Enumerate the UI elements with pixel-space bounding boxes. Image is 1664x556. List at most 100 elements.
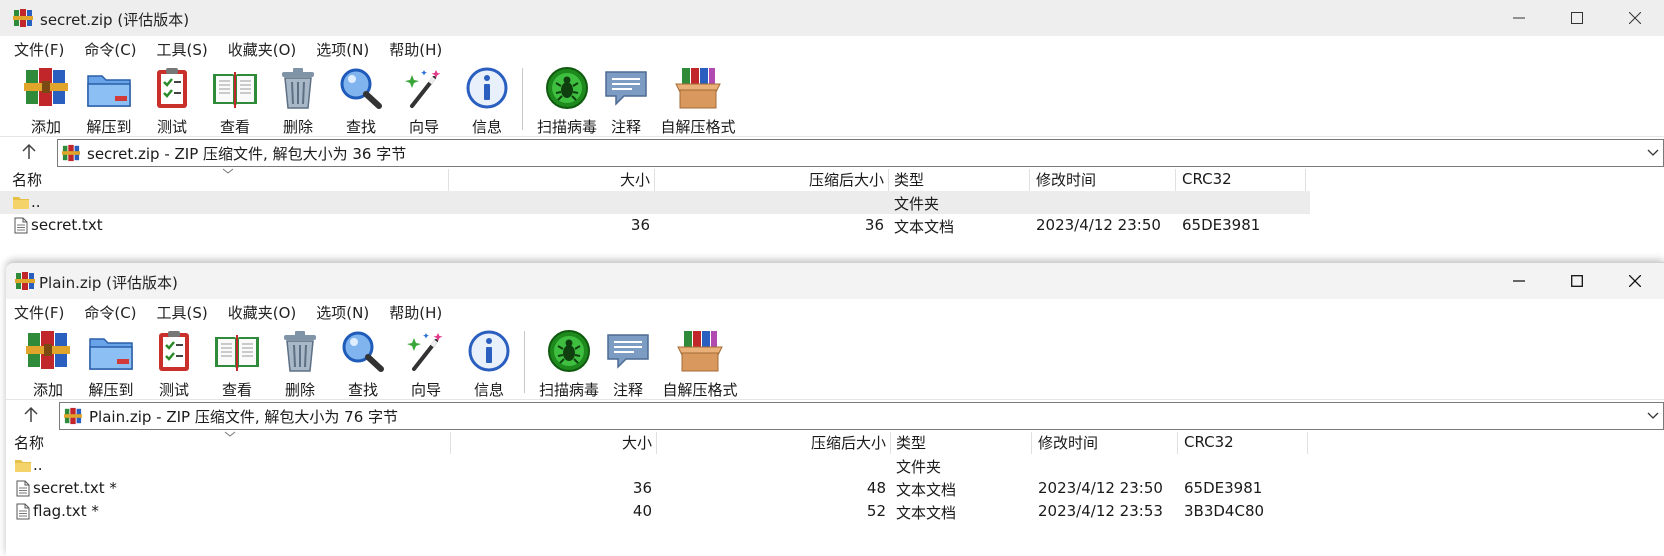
column-header-size[interactable]: 大小 [452, 167, 650, 191]
up-arrow-icon[interactable] [18, 142, 40, 162]
column-header-crc[interactable]: CRC32 [1184, 430, 1304, 454]
comment-button[interactable]: 注释 [594, 66, 658, 137]
test-clipboard-icon [150, 329, 198, 373]
window-title: secret.zip (评估版本) [40, 11, 190, 29]
test-clipboard-icon [148, 66, 196, 110]
add-archive-icon [24, 329, 72, 373]
trash-can-icon [276, 329, 324, 373]
extract-to-button[interactable]: 解压到 [79, 329, 143, 400]
maximize-button[interactable] [1548, 0, 1606, 36]
toolbar-separator [522, 68, 523, 130]
extract-to-icon [85, 66, 133, 110]
wizard-button[interactable]: 向导 [394, 329, 458, 400]
winrar-archive-icon [63, 407, 83, 425]
column-divider [1175, 169, 1176, 191]
chevron-down-icon[interactable] [1647, 409, 1659, 421]
column-header-crc[interactable]: CRC32 [1182, 167, 1302, 191]
menu-favorites[interactable]: 收藏夹(O) [228, 39, 297, 60]
chevron-down-icon[interactable] [1647, 146, 1659, 158]
wizard-wand-icon [400, 66, 448, 110]
find-button[interactable]: 查找 [331, 329, 395, 400]
toolbar-separator [524, 331, 525, 393]
table-row[interactable]: flag.txt * 40 52 文本文档 2023/4/12 23:53 3B… [6, 500, 1316, 523]
delete-button[interactable]: 删除 [268, 329, 332, 400]
column-header-modified[interactable]: 修改时间 [1036, 167, 1172, 191]
column-header-type[interactable]: 类型 [896, 430, 1026, 454]
close-icon [1629, 275, 1641, 287]
column-header-size[interactable]: 大小 [454, 430, 652, 454]
minimize-button[interactable] [1490, 263, 1548, 299]
column-header-packed[interactable]: 压缩后大小 [660, 430, 886, 454]
wizard-wand-icon [402, 329, 450, 373]
title-bar[interactable]: Plain.zip (评估版本) [6, 263, 1664, 299]
test-button[interactable]: 测试 [140, 66, 204, 137]
maximize-icon [1571, 275, 1583, 287]
view-button[interactable]: 查看 [205, 329, 269, 400]
info-button[interactable]: 信息 [457, 329, 521, 400]
extract-to-icon [87, 329, 135, 373]
add-button[interactable]: 添加 [16, 329, 80, 400]
winrar-app-icon [14, 271, 36, 291]
view-button[interactable]: 查看 [203, 66, 267, 137]
window-title: Plain.zip (评估版本) [39, 274, 178, 292]
folder-icon [14, 457, 32, 474]
menu-help[interactable]: 帮助(H) [389, 39, 442, 60]
up-arrow-icon[interactable] [20, 405, 42, 425]
menu-favorites[interactable]: 收藏夹(O) [228, 302, 297, 323]
add-button[interactable]: 添加 [14, 66, 78, 137]
test-button[interactable]: 测试 [142, 329, 206, 400]
column-divider [1177, 432, 1178, 454]
magnifier-icon [337, 66, 385, 110]
sfx-button[interactable]: 自解压格式 [660, 329, 740, 400]
table-row[interactable]: .. 文件夹 [6, 454, 1316, 477]
comment-icon [602, 66, 650, 110]
virus-scan-icon [543, 66, 591, 110]
trash-can-icon [274, 66, 322, 110]
text-file-icon [12, 217, 30, 234]
view-book-icon [213, 329, 261, 373]
info-icon [465, 329, 513, 373]
column-header-type[interactable]: 类型 [894, 167, 1024, 191]
archive-path-field[interactable]: secret.zip - ZIP 压缩文件, 解包大小为 36 字节 [57, 139, 1664, 167]
toolbar: 添加 解压到 测试 查看 删除 查找 向导 信息 扫描病毒 注释 自解压格式 [6, 325, 1664, 400]
close-button[interactable] [1606, 0, 1664, 36]
menu-bar: 文件(F) 命令(C) 工具(S) 收藏夹(O) 选项(N) 帮助(H) [6, 299, 1664, 325]
close-button[interactable] [1606, 263, 1664, 299]
archive-path-text: secret.zip - ZIP 压缩文件, 解包大小为 36 字节 [87, 144, 407, 163]
table-row[interactable]: secret.txt * 36 48 文本文档 2023/4/12 23:50 … [6, 477, 1316, 500]
title-bar[interactable]: secret.zip (评估版本) [0, 0, 1664, 36]
comment-button[interactable]: 注释 [596, 329, 660, 400]
maximize-button[interactable] [1548, 263, 1606, 299]
menu-file[interactable]: 文件(F) [14, 39, 64, 60]
magnifier-icon [339, 329, 387, 373]
menu-help[interactable]: 帮助(H) [389, 302, 442, 323]
add-archive-icon [22, 66, 70, 110]
archive-path-text: Plain.zip - ZIP 压缩文件, 解包大小为 76 字节 [89, 407, 399, 426]
menu-options[interactable]: 选项(N) [316, 39, 369, 60]
menu-commands[interactable]: 命令(C) [84, 302, 136, 323]
column-divider [654, 169, 655, 191]
text-file-icon [14, 480, 32, 497]
sort-chevron-icon [224, 431, 236, 437]
wizard-button[interactable]: 向导 [392, 66, 456, 137]
menu-tools[interactable]: 工具(S) [157, 302, 208, 323]
column-header-modified[interactable]: 修改时间 [1038, 430, 1174, 454]
delete-button[interactable]: 删除 [266, 66, 330, 137]
column-header-packed[interactable]: 压缩后大小 [658, 167, 884, 191]
table-row[interactable]: .. 文件夹 [0, 191, 1310, 214]
winrar-app-icon [12, 8, 34, 28]
menu-options[interactable]: 选项(N) [316, 302, 369, 323]
sfx-button[interactable]: 自解压格式 [658, 66, 738, 137]
find-button[interactable]: 查找 [329, 66, 393, 137]
table-row[interactable]: secret.txt 36 36 文本文档 2023/4/12 23:50 65… [0, 214, 1310, 237]
archive-window-secret: secret.zip (评估版本) 文件(F) 命令(C) 工具(S) 收藏夹(… [0, 0, 1664, 262]
minimize-button[interactable] [1490, 0, 1548, 36]
extract-to-button[interactable]: 解压到 [77, 66, 141, 137]
info-button[interactable]: 信息 [455, 66, 519, 137]
column-divider [1305, 169, 1306, 191]
menu-commands[interactable]: 命令(C) [84, 39, 136, 60]
menu-tools[interactable]: 工具(S) [157, 39, 208, 60]
archive-path-field[interactable]: Plain.zip - ZIP 压缩文件, 解包大小为 76 字节 [59, 402, 1664, 430]
menu-file[interactable]: 文件(F) [14, 302, 64, 323]
address-bar: Plain.zip - ZIP 压缩文件, 解包大小为 76 字节 [6, 400, 1664, 430]
